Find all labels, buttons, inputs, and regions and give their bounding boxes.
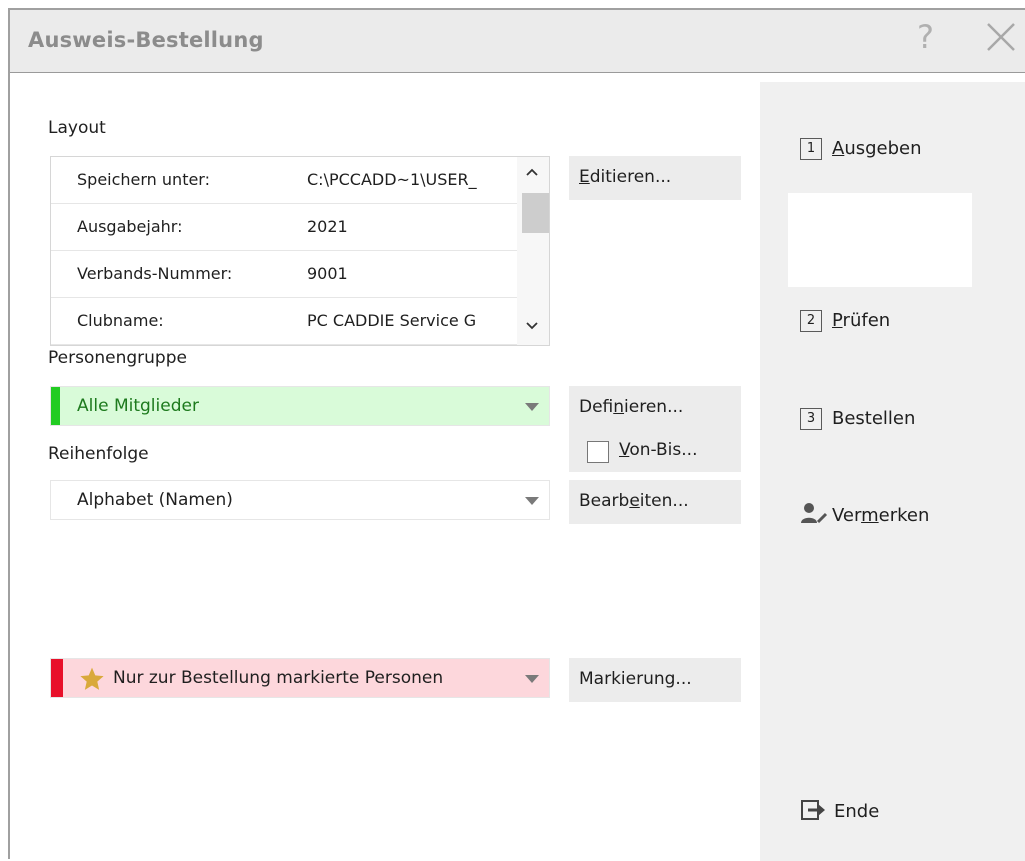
user-edit-icon [801, 503, 828, 524]
markierung-value: Nur zur Bestellung markierte Personen [113, 668, 444, 688]
ende-button[interactable]: Ende [800, 799, 879, 822]
chevron-down-icon[interactable] [525, 675, 539, 683]
scroll-up-icon[interactable] [525, 167, 539, 177]
row-value: 9001 [307, 264, 348, 283]
reihenfolge-label: Reihenfolge [48, 444, 149, 464]
scroll-thumb[interactable] [522, 193, 549, 233]
title-bar: Ausweis-Bestellung ? [10, 10, 1025, 73]
layout-grid[interactable]: Speichern unter: C:\PCCADD~1\USER_ Ausga… [50, 156, 550, 346]
row-key: Verbands-Nummer: [77, 264, 233, 283]
number-one-icon: 1 [800, 138, 822, 160]
window-title: Ausweis-Bestellung [28, 28, 264, 52]
star-icon [80, 667, 104, 690]
grid-row[interactable]: Speichern unter: C:\PCCADD~1\USER_ [51, 157, 517, 204]
row-value: 2021 [307, 217, 348, 236]
editieren-button[interactable]: Editieren... [569, 156, 741, 200]
von-bis-checkbox[interactable] [587, 441, 609, 463]
scroll-down-icon[interactable] [525, 321, 539, 331]
reihenfolge-value: Alphabet (Namen) [77, 490, 233, 510]
grid-row[interactable]: Verbands-Nummer: 9001 [51, 251, 517, 298]
row-key: Clubname: [77, 311, 164, 330]
grid-row[interactable]: Ausgabejahr: 2021 [51, 204, 517, 251]
personengruppe-value: Alle Mitglieder [77, 396, 199, 416]
row-key: Ausgabejahr: [77, 217, 183, 236]
dialog-window: Ausweis-Bestellung ? Layout Speichern un… [8, 8, 1025, 861]
grid-scrollbar[interactable] [517, 157, 549, 345]
markierung-dropdown[interactable]: Nur zur Bestellung markierte Personen [50, 658, 550, 698]
number-two-icon: 2 [800, 310, 822, 332]
bestellen-button[interactable]: 3 Bestellen [800, 408, 915, 430]
preview-box [788, 193, 972, 287]
chevron-down-icon[interactable] [525, 403, 539, 411]
markierung-button[interactable]: Markierung... [569, 658, 741, 702]
personengruppe-label: Personengruppe [48, 348, 187, 368]
reihenfolge-dropdown[interactable]: Alphabet (Namen) [50, 480, 550, 520]
green-marker [51, 387, 60, 425]
ausgeben-button[interactable]: 1 Ausgeben [800, 138, 922, 160]
row-value: PC CADDIE Service G [307, 311, 477, 330]
grid-row[interactable]: Clubname: PC CADDIE Service G [51, 298, 517, 345]
von-bis-label[interactable]: Von-Bis... [619, 440, 697, 460]
help-icon[interactable]: ? [917, 21, 934, 53]
pruefen-button[interactable]: 2 Prüfen [800, 310, 890, 332]
personengruppe-dropdown[interactable]: Alle Mitglieder [50, 386, 550, 426]
chevron-down-icon[interactable] [525, 497, 539, 505]
action-sidebar: 1 Ausgeben 2 Prüfen 3 Bestellen Vermerken E… [760, 82, 1025, 861]
layout-label: Layout [48, 118, 106, 138]
exit-icon [801, 800, 825, 820]
row-value: C:\PCCADD~1\USER_ [307, 170, 477, 189]
number-three-icon: 3 [800, 408, 822, 430]
red-marker [51, 659, 63, 697]
vermerken-button[interactable]: Vermerken [800, 502, 929, 526]
close-icon[interactable] [983, 19, 1019, 55]
row-key: Speichern unter: [77, 170, 210, 189]
bearbeiten-button[interactable]: Bearbeiten... [569, 480, 741, 524]
